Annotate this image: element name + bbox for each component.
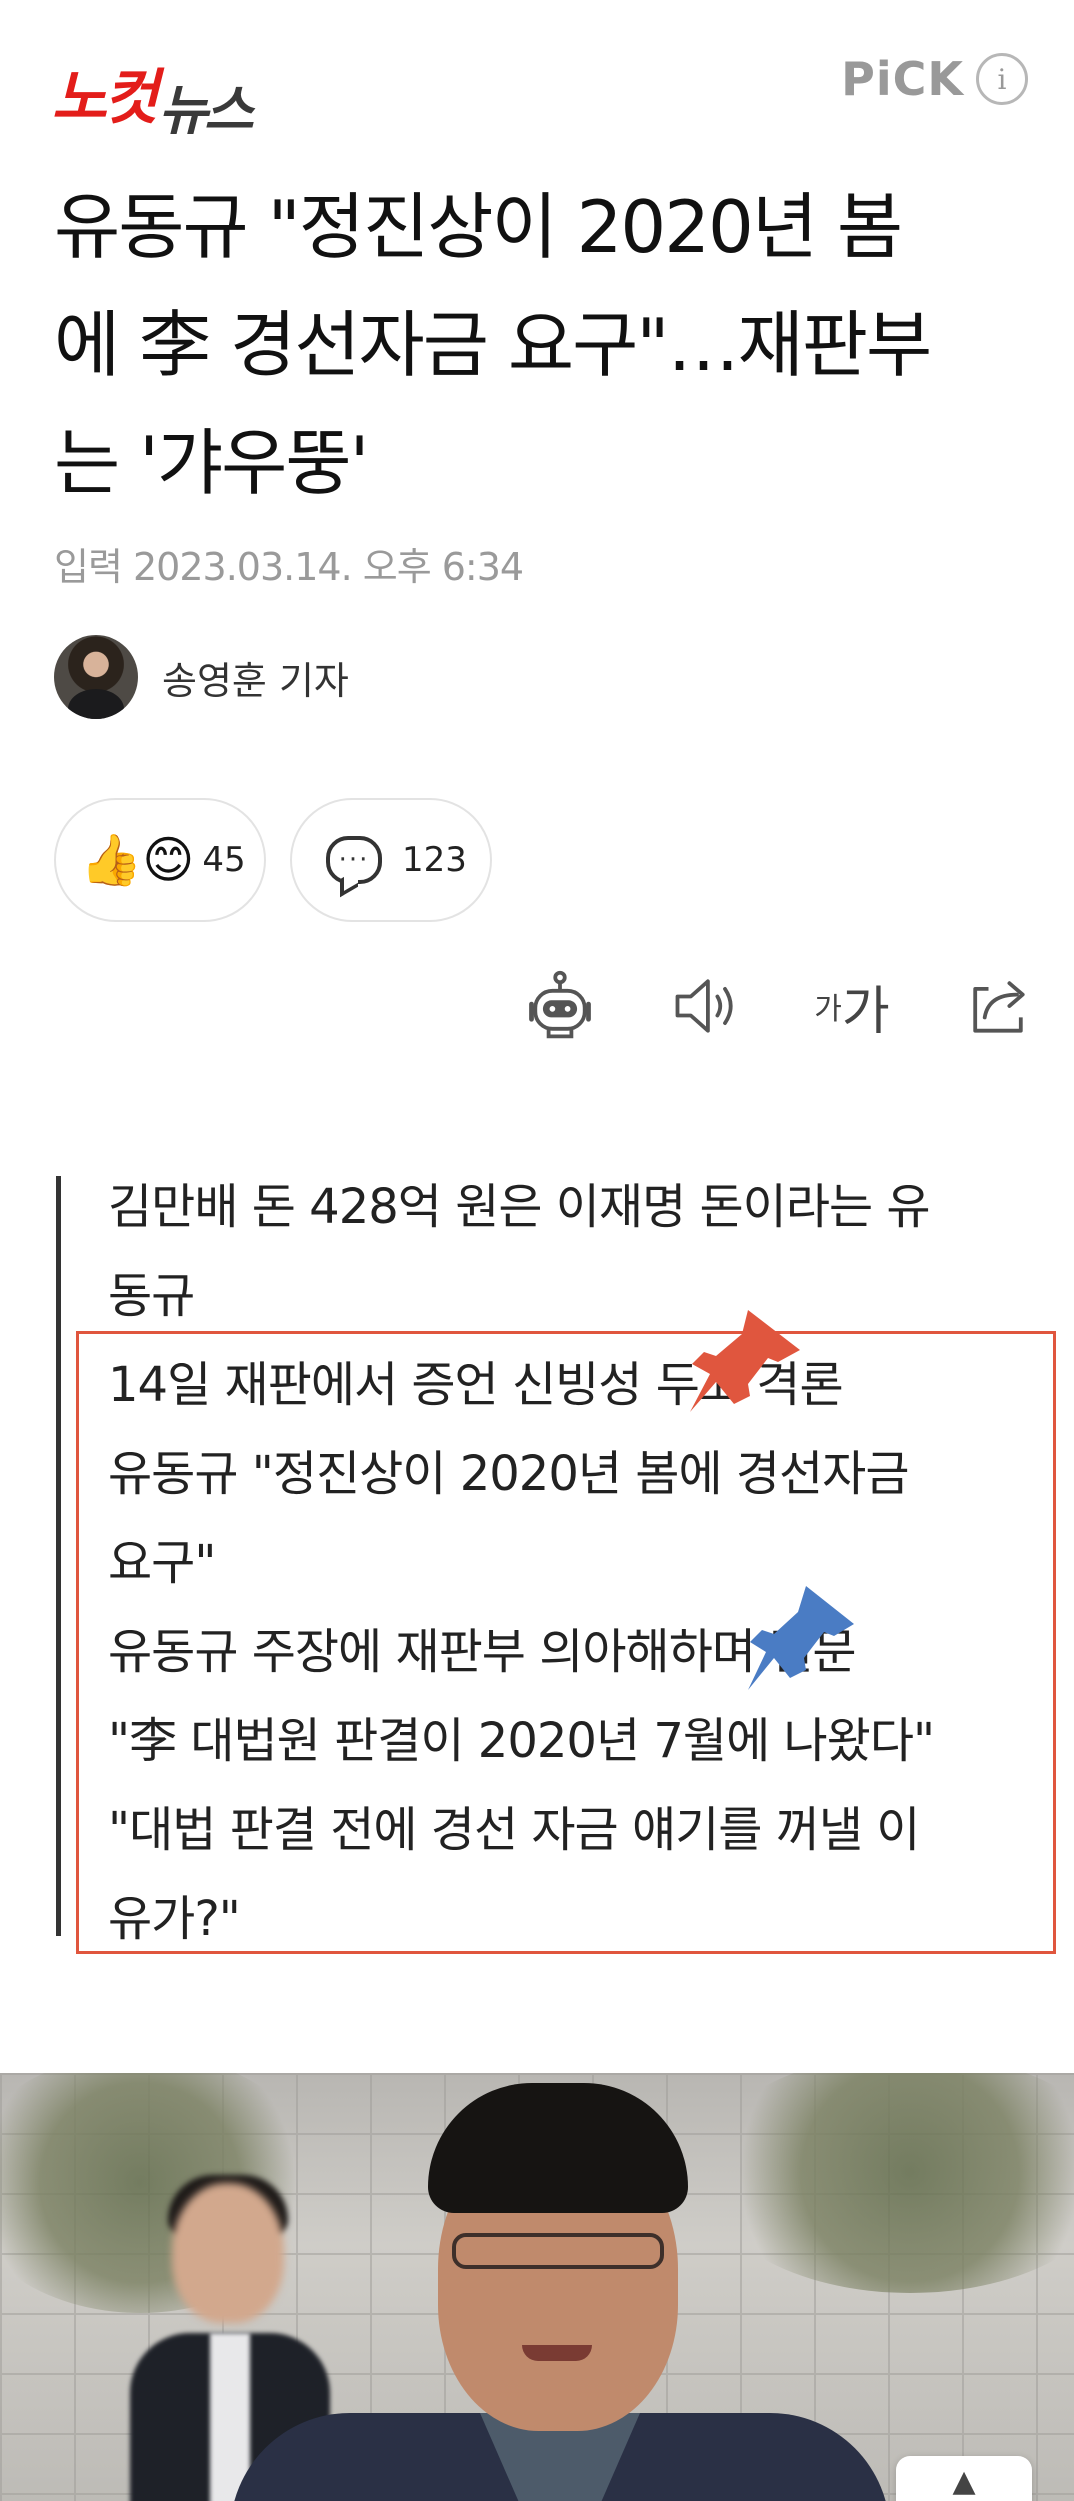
red-pin-icon [690,1310,800,1412]
author-name[interactable]: 송영훈 기자 [162,650,349,705]
font-small-label: 가 [814,992,842,1027]
headline-line: 에 李 경선자금 요구"…재판부 [54,303,932,387]
speaker-icon [675,979,733,1033]
author-avatar[interactable] [54,635,138,719]
article-toolbar: 가가 [454,966,1038,1046]
scroll-to-top-button[interactable]: ▲ [896,2456,1032,2501]
nocut-news-logo[interactable]: 노컷 뉴스 [52,38,254,138]
comment-bubble-icon: ··· [326,836,382,884]
share-button[interactable] [958,966,1038,1046]
app-header: 노컷 뉴스 PiCK i [0,0,1074,150]
robot-icon [529,970,591,1039]
author-info[interactable]: 송영훈 기자 [54,635,349,719]
share-icon [973,981,1025,1033]
logo-text-nocut: 노컷 [52,63,158,133]
article-photo[interactable] [0,2073,1074,2501]
article-headline: 유동규 "정진상이 2020년 봄 에 李 경선자금 요구"…재판부 는 '갸우… [54,168,1020,522]
ai-summary-button[interactable] [520,966,600,1046]
highlight-box [76,1331,1056,1954]
logo-text-news: 뉴스 [158,79,253,142]
font-size-button[interactable]: 가가 [812,966,892,1046]
headline-line: 유동규 "정진상이 2020년 봄 [54,185,903,269]
reaction-emoji-icon: 👍😊 [80,831,195,889]
summary-line: 김만배 돈 428억 원은 이재명 돈이라는 유 [108,1179,931,1235]
headline-line: 는 '갸우뚱' [54,421,369,505]
comment-count: 123 [402,840,467,880]
summary-quote-bar [56,1176,61,1936]
pick-badge[interactable]: PiCK i [841,52,1028,106]
pick-label: PiCK [841,52,964,106]
reaction-button[interactable]: 👍😊 45 [54,798,266,922]
publish-date: 입력 2023.03.14. 오후 6:34 [54,545,524,589]
arrow-up-icon: ▲ [952,2464,976,2499]
photo-person-main [200,2083,920,2501]
info-icon[interactable]: i [976,53,1028,105]
reaction-count: 45 [202,840,246,880]
font-large-label: 가 [841,981,890,1042]
comments-button[interactable]: ··· 123 [290,798,492,922]
listen-button[interactable] [666,966,746,1046]
summary-line: 동규 [108,1268,195,1324]
blue-pin-icon [748,1586,854,1690]
